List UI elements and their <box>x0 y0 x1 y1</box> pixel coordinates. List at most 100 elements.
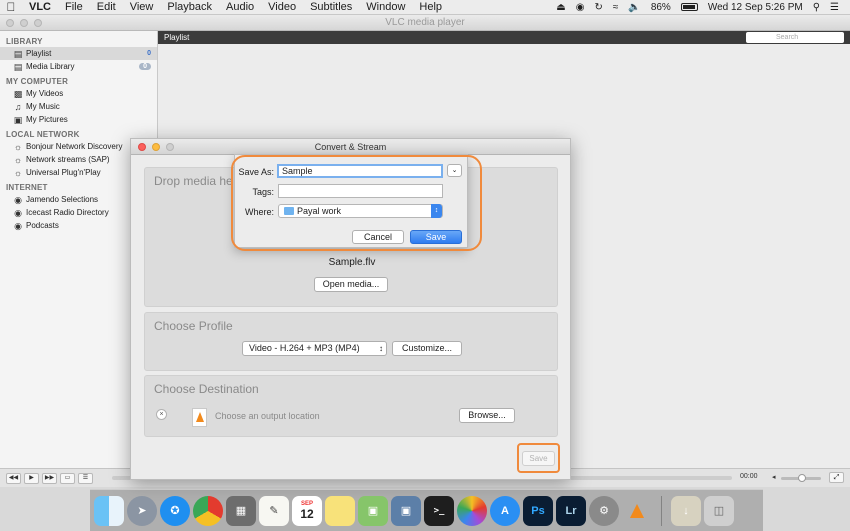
apple-icon[interactable]:  <box>0 0 22 14</box>
window-controls <box>6 19 42 27</box>
clear-destination-icon[interactable]: × <box>156 409 167 420</box>
save-button[interactable]: Save <box>410 230 462 244</box>
search-input[interactable]: Search <box>746 32 844 43</box>
finder-icon[interactable] <box>94 495 124 526</box>
sidebar-item-playlist[interactable]: ▤ Playlist 0 <box>0 47 157 60</box>
open-media-button[interactable]: Open media... <box>314 277 388 292</box>
sidebar-item-my-pictures[interactable]: ▣ My Pictures <box>0 113 157 126</box>
sidebar-item-label: Jamendo Selections <box>26 195 99 204</box>
where-label: Where: <box>244 207 274 217</box>
play-button[interactable]: ▶ <box>24 472 39 484</box>
picture-icon: ▣ <box>13 114 23 125</box>
fullscreen-toggle-button[interactable]: ▭ <box>60 472 75 484</box>
battery-percent[interactable]: 86% <box>646 0 676 15</box>
window-title: VLC media player <box>385 17 465 28</box>
vlc-titlebar: VLC media player <box>0 15 850 31</box>
chevron-updown-icon: ↕ <box>431 204 442 218</box>
network-icon: ☼ <box>13 154 23 165</box>
photoshop-icon[interactable]: Ps <box>523 495 553 526</box>
profile-select[interactable]: Video - H.264 + MP3 (MP4) ↕ <box>242 341 387 356</box>
preview-icon[interactable]: ▣ <box>358 495 388 526</box>
vlc-icon[interactable]: ▲ <box>622 496 652 526</box>
sidebar-item-label: Universal Plug'n'Play <box>26 168 101 177</box>
textedit-icon[interactable]: ✎ <box>259 495 289 526</box>
safari-icon[interactable]: ✪ <box>160 495 190 526</box>
notification-center-icon[interactable]: ☰ <box>825 0 844 15</box>
tags-label: Tags: <box>252 187 274 197</box>
downloads-icon[interactable]: ↓ <box>671 495 701 526</box>
lightroom-icon[interactable]: Lr <box>556 495 586 526</box>
system-preferences-icon[interactable]: ⚙ <box>589 495 619 526</box>
sidebar-item-my-music[interactable]: ♫ My Music <box>0 100 157 113</box>
sync-icon[interactable]: ↻ <box>589 0 607 15</box>
calendar-icon[interactable]: SEP 12 <box>292 495 322 526</box>
network-icon: ☼ <box>13 167 23 178</box>
playlist-toggle-button[interactable]: ☰ <box>78 472 93 484</box>
vlc-cone-icon <box>192 408 207 427</box>
calendar-day: 12 <box>300 506 314 521</box>
convert-save-button[interactable]: Save <box>522 451 555 466</box>
calculator-icon[interactable]: ▦ <box>226 495 256 526</box>
expand-dialog-chevron-icon[interactable]: ⌄ <box>447 164 462 177</box>
close-window-button[interactable] <box>138 143 146 151</box>
close-window-button[interactable] <box>6 19 14 27</box>
notes-icon[interactable] <box>325 495 355 526</box>
chevron-updown-icon: ↕ <box>379 344 383 353</box>
save-as-input[interactable]: Sample <box>277 164 443 178</box>
minimize-window-button[interactable] <box>20 19 28 27</box>
menu-edit[interactable]: Edit <box>90 0 123 15</box>
zoom-window-button[interactable] <box>166 143 174 151</box>
sidebar-item-label: Icecast Radio Directory <box>26 208 109 217</box>
image-capture-icon[interactable]: ▣ <box>391 495 421 526</box>
photos-icon[interactable] <box>457 495 487 526</box>
menu-audio[interactable]: Audio <box>219 0 261 15</box>
tags-input[interactable] <box>278 184 443 198</box>
expand-icon[interactable]: ⤢ <box>829 472 844 483</box>
folder-icon <box>284 207 294 215</box>
clock[interactable]: Wed 12 Sep 5:26 PM <box>703 0 808 15</box>
terminal-icon[interactable]: >_ <box>424 495 454 526</box>
zoom-window-button[interactable] <box>34 19 42 27</box>
app-store-icon[interactable]: A <box>490 495 520 526</box>
menu-file[interactable]: File <box>58 0 90 15</box>
cancel-button[interactable]: Cancel <box>352 230 404 244</box>
rewind-button[interactable]: ◀◀ <box>6 472 21 484</box>
broadcast-icon: ◉ <box>14 220 22 231</box>
fast-forward-button[interactable]: ▶▶ <box>42 472 57 484</box>
sidebar-item-media-library[interactable]: ▤ Media Library 0 <box>0 60 157 73</box>
volume-knob[interactable] <box>798 474 806 482</box>
minimize-window-button[interactable] <box>152 143 160 151</box>
media-filename: Sample.flv <box>328 257 376 268</box>
dock: ➤ ✪ ▦ ✎ SEP 12 ▣ ▣ >_ A Ps Lr ⚙ ▲ ↓ ◫ <box>90 489 763 531</box>
save-as-label: Save As: <box>238 167 274 177</box>
volume-icon[interactable]: 🔈 <box>623 0 645 15</box>
launchpad-icon[interactable]: ➤ <box>127 495 157 526</box>
spotlight-search-icon[interactable]: ⚲ <box>808 0 825 15</box>
menu-window[interactable]: Window <box>359 0 412 15</box>
menu-video[interactable]: Video <box>261 0 303 15</box>
playlist-count: 0 <box>147 50 151 57</box>
volume-icon: ◂ <box>772 474 776 481</box>
sidebar-section-library: LIBRARY <box>6 37 43 46</box>
customize-button[interactable]: Customize... <box>392 341 462 356</box>
chrome-icon[interactable] <box>193 495 223 526</box>
trash-icon[interactable]: ◫ <box>704 495 734 526</box>
sidebar-item-my-videos[interactable]: ▩ My Videos <box>0 87 157 100</box>
where-select[interactable]: Payal work ↕ <box>278 204 443 218</box>
menu-subtitles[interactable]: Subtitles <box>303 0 359 15</box>
choose-profile-panel: Choose Profile Video - H.264 + MP3 (MP4)… <box>144 312 558 371</box>
eject-icon[interactable]: ⏏ <box>551 0 570 15</box>
browse-button[interactable]: Browse... <box>459 408 515 423</box>
menu-view[interactable]: View <box>123 0 161 15</box>
menu-help[interactable]: Help <box>412 0 449 15</box>
battery-icon[interactable] <box>676 0 703 15</box>
menu-vlc[interactable]: VLC <box>22 0 58 15</box>
sidebar-item-label: Podcasts <box>26 221 59 230</box>
vpn-icon[interactable]: ◉ <box>571 0 590 15</box>
menu-playback[interactable]: Playback <box>160 0 219 15</box>
profile-value: Video - H.264 + MP3 (MP4) <box>249 343 360 353</box>
film-icon: ▩ <box>13 88 23 99</box>
choose-destination-header: Choose Destination <box>154 382 259 396</box>
playlist-title: Playlist <box>164 33 190 42</box>
wifi-icon[interactable]: ≈ <box>608 0 624 15</box>
